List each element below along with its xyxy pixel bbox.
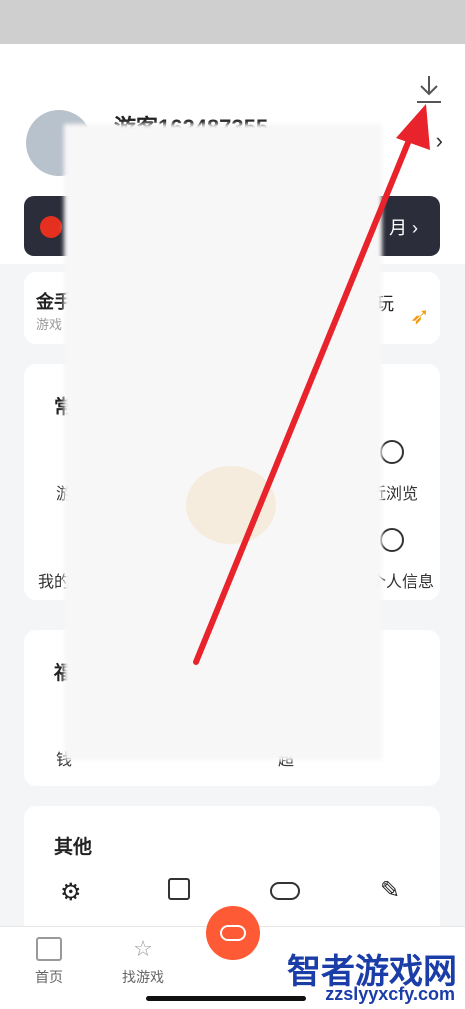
settings-icon[interactable]: ⚙ [60, 878, 82, 907]
recent-browse-icon[interactable] [380, 440, 404, 464]
status-bar [0, 0, 465, 44]
other-title: 其他 [54, 837, 93, 858]
feedback-icon[interactable]: ✎ [380, 876, 400, 905]
home-indicator [146, 996, 306, 1001]
tab-find-game-label: 找游戏 [122, 969, 164, 985]
rocket-icon: ➶ [409, 303, 430, 330]
mascot-image [186, 466, 276, 544]
star-icon: ☆ [133, 936, 153, 961]
profile-info-icon[interactable] [380, 528, 404, 552]
vip-month-label: 月 › [389, 218, 418, 238]
home-icon [36, 937, 62, 961]
chevron-right-icon[interactable]: › [436, 128, 443, 154]
gamepad-fab-icon [220, 925, 246, 941]
gold-card-subtitle: 游戏 [36, 317, 63, 332]
tab-find-game[interactable]: ☆ 找游戏 [108, 937, 178, 987]
vip-badge-icon [40, 216, 62, 238]
gamepad-icon[interactable] [270, 882, 300, 900]
blur-overlay [64, 124, 382, 760]
watermark-url: zzslyyxcfy.com [325, 984, 455, 1004]
download-icon[interactable] [415, 74, 443, 104]
tab-home[interactable]: 首页 [14, 937, 84, 987]
share-icon[interactable] [168, 878, 190, 900]
tab-home-label: 首页 [35, 969, 63, 985]
center-game-button[interactable] [206, 906, 260, 960]
